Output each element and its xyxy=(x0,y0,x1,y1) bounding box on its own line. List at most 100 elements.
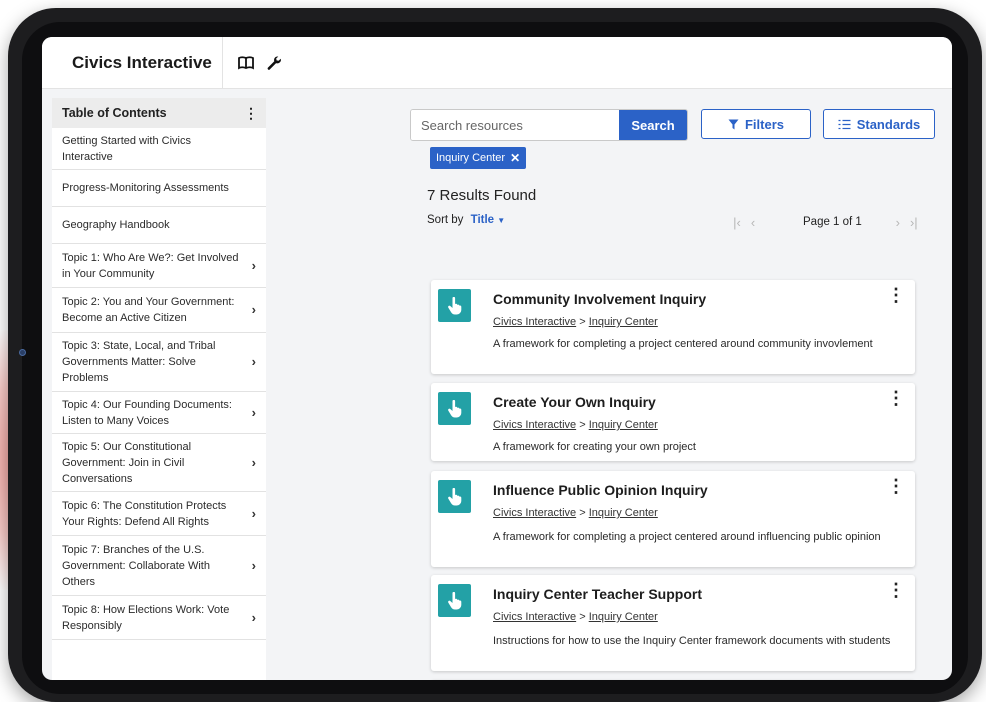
breadcrumb-link[interactable]: Inquiry Center xyxy=(589,611,658,623)
breadcrumb-separator: > xyxy=(579,507,586,519)
breadcrumb-link[interactable]: Inquiry Center xyxy=(589,507,658,519)
toc-title: Table of Contents xyxy=(62,106,167,120)
toc-item-label: Getting Started with Civics Interactive xyxy=(62,134,191,163)
sort-value: Title xyxy=(470,214,495,226)
sort-label: Sort by xyxy=(427,214,464,226)
toc-item[interactable]: Topic 3: State, Local, and Tribal Govern… xyxy=(52,333,266,392)
chevron-right-icon: › xyxy=(251,557,256,573)
breadcrumb-link[interactable]: Civics Interactive xyxy=(493,611,576,623)
filters-button[interactable]: Filters xyxy=(701,109,811,139)
last-page-icon[interactable]: ›| xyxy=(906,215,922,230)
toc-item-label: Progress-Monitoring Assessments xyxy=(62,182,229,194)
result-card[interactable]: Create Your Own Inquiry Civics Interacti… xyxy=(431,383,915,461)
hand-pointer-icon xyxy=(438,392,471,425)
close-icon[interactable]: ✕ xyxy=(510,151,520,165)
search-button[interactable]: Search xyxy=(619,110,687,140)
first-page-icon[interactable]: |‹ xyxy=(729,215,745,230)
result-breadcrumb: Civics Interactive > Inquiry Center xyxy=(493,316,658,328)
breadcrumb-link[interactable]: Civics Interactive xyxy=(493,316,576,328)
chevron-right-icon: › xyxy=(251,609,256,625)
wrench-icon[interactable] xyxy=(263,52,285,74)
app-screen: Civics Interactive Table of Contents ⋮ G… xyxy=(42,37,952,680)
toc-item-label: Topic 8: How Elections Work: Vote Respon… xyxy=(62,603,230,632)
app-title: Civics Interactive xyxy=(72,52,212,72)
toc-item-label: Topic 6: The Constitution Protects Your … xyxy=(62,499,227,528)
sort-dropdown[interactable]: Title ▼ xyxy=(471,214,506,226)
page-indicator: Page 1 of 1 xyxy=(803,216,862,228)
standards-button[interactable]: Standards xyxy=(823,109,935,139)
active-filter-chip[interactable]: Inquiry Center ✕ xyxy=(430,147,527,169)
toc-item-label: Topic 4: Our Founding Documents: Listen … xyxy=(62,398,232,427)
breadcrumb-separator: > xyxy=(579,316,586,328)
toc-item[interactable]: Geography Handbook xyxy=(52,207,266,244)
chevron-right-icon: › xyxy=(251,257,256,273)
toc-item-label: Geography Handbook xyxy=(62,219,170,231)
pagination: |‹ ‹ Page 1 of 1 › ›| xyxy=(729,212,923,232)
chevron-right-icon: › xyxy=(251,302,256,317)
chevron-right-icon: › xyxy=(251,505,256,521)
filter-icon xyxy=(728,119,739,129)
toc-item-label: Topic 5: Our Constitutional Government: … xyxy=(62,440,192,485)
result-card[interactable]: Influence Public Opinion Inquiry Civics … xyxy=(431,471,915,567)
toc-item[interactable]: Progress-Monitoring Assessments xyxy=(52,170,266,207)
toc-item-label: Topic 7: Branches of the U.S. Government… xyxy=(62,543,210,588)
toc-item[interactable]: Topic 1: Who Are We?: Get Involved in Yo… xyxy=(52,244,266,288)
sort-control: Sort by Title ▼ xyxy=(427,214,505,226)
app-header: Civics Interactive xyxy=(42,37,952,89)
result-breadcrumb: Civics Interactive > Inquiry Center xyxy=(493,419,658,431)
list-icon xyxy=(838,119,851,129)
result-description: A framework for completing a project cen… xyxy=(493,338,873,350)
breadcrumb-link[interactable]: Inquiry Center xyxy=(589,419,658,431)
breadcrumb-link[interactable]: Inquiry Center xyxy=(589,316,658,328)
camera-icon xyxy=(19,349,26,356)
result-breadcrumb: Civics Interactive > Inquiry Center xyxy=(493,507,658,519)
breadcrumb-link[interactable]: Civics Interactive xyxy=(493,507,576,519)
toc-item[interactable]: Topic 4: Our Founding Documents: Listen … xyxy=(52,392,266,434)
result-description: A framework for creating your own projec… xyxy=(493,441,696,453)
chevron-right-icon: › xyxy=(251,404,256,420)
toc-item-label: Topic 3: State, Local, and Tribal Govern… xyxy=(62,340,216,384)
search-bar: Search xyxy=(410,109,688,141)
toc-item[interactable]: Topic 5: Our Constitutional Government: … xyxy=(52,434,266,492)
book-icon[interactable] xyxy=(235,52,257,74)
more-options-icon[interactable]: ⋮ xyxy=(887,286,905,304)
breadcrumb-separator: > xyxy=(579,419,586,431)
more-options-icon[interactable]: ⋮ xyxy=(887,477,905,495)
search-input[interactable] xyxy=(411,110,619,140)
result-title[interactable]: Create Your Own Inquiry xyxy=(493,394,656,410)
toc-header: Table of Contents ⋮ xyxy=(52,98,266,128)
result-title[interactable]: Influence Public Opinion Inquiry xyxy=(493,482,708,498)
prev-page-icon[interactable]: ‹ xyxy=(745,215,761,230)
hand-pointer-icon xyxy=(438,289,471,322)
results-panel: Search Filters Standards Inquiry Center … xyxy=(274,89,952,680)
hand-pointer-icon xyxy=(438,584,471,617)
toc-item[interactable]: Topic 8: How Elections Work: Vote Respon… xyxy=(52,596,266,640)
result-title[interactable]: Community Involvement Inquiry xyxy=(493,291,706,307)
active-filter-label: Inquiry Center xyxy=(436,152,506,164)
filters-label: Filters xyxy=(744,116,784,132)
result-description: Instructions for how to use the Inquiry … xyxy=(493,635,891,647)
result-breadcrumb: Civics Interactive > Inquiry Center xyxy=(493,611,658,623)
toc-menu-icon[interactable]: ⋮ xyxy=(244,106,258,120)
more-options-icon[interactable]: ⋮ xyxy=(887,389,905,407)
chevron-right-icon: › xyxy=(251,454,256,470)
toc-item[interactable]: Getting Started with Civics Interactive xyxy=(52,128,266,170)
breadcrumb-separator: > xyxy=(579,611,586,623)
standards-label: Standards xyxy=(856,116,921,132)
table-of-contents: Table of Contents ⋮ Getting Started with… xyxy=(52,98,266,680)
result-title[interactable]: Inquiry Center Teacher Support xyxy=(493,586,702,602)
header-divider xyxy=(222,37,223,89)
breadcrumb-link[interactable]: Civics Interactive xyxy=(493,419,576,431)
toc-item[interactable]: Topic 6: The Constitution Protects Your … xyxy=(52,492,266,536)
results-count: 7 Results Found xyxy=(427,187,537,204)
next-page-icon[interactable]: › xyxy=(890,215,906,230)
hand-pointer-icon xyxy=(438,480,471,513)
toc-item-label: Topic 1: Who Are We?: Get Involved in Yo… xyxy=(62,251,239,280)
toc-item-label: Topic 2: You and Your Government: Become… xyxy=(62,296,235,324)
caret-down-icon: ▼ xyxy=(497,216,506,225)
toc-item[interactable]: Topic 7: Branches of the U.S. Government… xyxy=(52,536,266,596)
toc-item[interactable]: Topic 2: You and Your Government: Become… xyxy=(52,288,266,333)
more-options-icon[interactable]: ⋮ xyxy=(887,581,905,599)
result-card[interactable]: Inquiry Center Teacher Support Civics In… xyxy=(431,575,915,671)
result-card[interactable]: Community Involvement Inquiry Civics Int… xyxy=(431,280,915,374)
